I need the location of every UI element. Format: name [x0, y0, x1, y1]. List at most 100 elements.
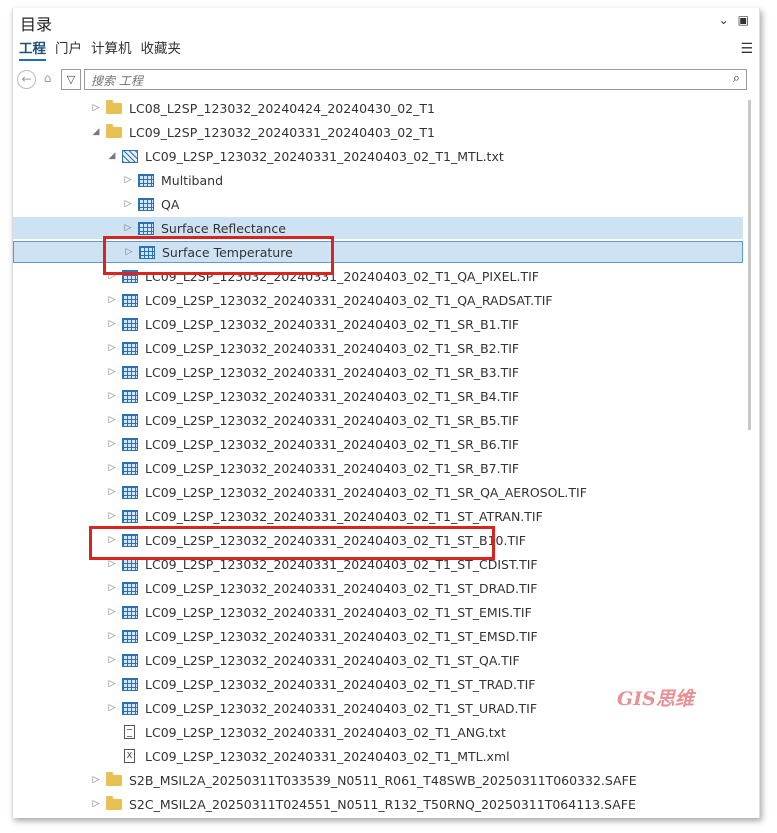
- xml-file-icon: X: [124, 749, 135, 763]
- tree-item[interactable]: ▷ S2B_MSIL2A_20250311T033539_N0511_R061_T…: [13, 769, 759, 791]
- expand-arrow-icon[interactable]: ▷: [105, 583, 119, 593]
- expand-arrow-icon[interactable]: ▷: [105, 487, 119, 497]
- tree-item-label: LC09_L2SP_123032_20240331_20240403_02_T1…: [145, 700, 538, 716]
- tree-item[interactable]: ▷ LC09_L2SP_123032_20240331_20240403_02_T…: [13, 337, 759, 359]
- raster-icon: [122, 413, 138, 427]
- expand-arrow-icon[interactable]: ▷: [105, 391, 119, 401]
- expand-arrow-icon[interactable]: ▷: [105, 679, 119, 689]
- tree-item[interactable]: ▷ LC08_L2SP_123032_20240424_20240430_02_T…: [13, 97, 759, 119]
- tree-item[interactable]: LC09_L2SP_123032_20240331_20240403_02_T1…: [13, 721, 759, 743]
- search-icon[interactable]: ⌕: [733, 71, 740, 86]
- expand-arrow-icon[interactable]: ▷: [105, 703, 119, 713]
- tree-item-label: LC09_L2SP_123032_20240331_20240403_02_T1…: [145, 388, 520, 404]
- expand-arrow-icon[interactable]: ▷: [105, 367, 119, 377]
- watermark: GIS思维: [617, 688, 694, 710]
- tree-item[interactable]: ▷ LC09_L2SP_123032_20240331_20240403_02_T…: [13, 457, 759, 479]
- tree-item[interactable]: ▷ LC09_L2SP_123032_20240331_20240403_02_T…: [13, 625, 759, 647]
- tab-computer[interactable]: 计算机: [91, 37, 132, 61]
- expand-arrow-icon[interactable]: ▷: [105, 511, 119, 521]
- raster-icon: [122, 581, 138, 595]
- expand-arrow-icon[interactable]: ▷: [105, 295, 119, 305]
- raster-icon: [122, 509, 138, 523]
- raster-icon: [122, 677, 138, 691]
- collapse-arrow-icon[interactable]: ◢: [105, 151, 119, 161]
- home-icon[interactable]: ⌂: [39, 70, 56, 87]
- search-row: ← ⌂ ▽ ⌕: [13, 68, 759, 90]
- raster-icon: [122, 389, 138, 403]
- title-controls: ⌄ ▣: [719, 13, 749, 27]
- tree-item[interactable]: ▷ LC09_L2SP_123032_20240331_20240403_02_T…: [13, 433, 759, 455]
- expand-arrow-icon[interactable]: ▷: [105, 415, 119, 425]
- expand-arrow-icon[interactable]: ▷: [105, 631, 119, 641]
- tree-item[interactable]: ▷ LC09_L2SP_123032_20240331_20240403_02_T…: [13, 313, 759, 335]
- tree-item[interactable]: ▷ LC09_L2SP_123032_20240331_20240403_02_T…: [13, 385, 759, 407]
- expand-arrow-icon[interactable]: ▷: [105, 607, 119, 617]
- raster-icon: [122, 437, 138, 451]
- pane-title: 目录: [20, 15, 53, 34]
- tree-item-label: LC09_L2SP_123032_20240331_20240403_02_T1…: [145, 364, 520, 380]
- raster-icon: [138, 221, 154, 235]
- expand-arrow-icon[interactable]: ▷: [121, 175, 135, 185]
- raster-icon: [122, 653, 138, 667]
- chevron-down-icon[interactable]: ⌄: [719, 13, 729, 27]
- tree-item[interactable]: ◢ LC09_L2SP_123032_20240331_20240403_02_T…: [13, 145, 759, 167]
- tree-item-label: S2B_MSIL2A_20250311T033539_N0511_R061_T4…: [129, 772, 637, 788]
- tree-item-label: LC08_L2SP_123032_20240424_20240430_02_T1: [129, 100, 435, 116]
- tree-item-label: LC09_L2SP_123032_20240331_20240403_02_T1…: [145, 748, 510, 764]
- tree-item[interactable]: X LC09_L2SP_123032_20240331_20240403_02_T…: [13, 745, 759, 767]
- pane-title-bar: 目录 ⌄ ▣: [13, 8, 759, 36]
- maximize-icon[interactable]: ▣: [738, 13, 749, 27]
- tab-portal[interactable]: 门户: [55, 37, 82, 61]
- tree-item-label: LC09_L2SP_123032_20240331_20240403_02_T1…: [145, 316, 520, 332]
- tree-item[interactable]: ▷ LC09_L2SP_123032_20240331_20240403_02_T…: [13, 481, 759, 503]
- search-input[interactable]: [85, 72, 717, 90]
- tree-item-label: LC09_L2SP_123032_20240331_20240403_02_T1…: [145, 676, 536, 692]
- expand-arrow-icon[interactable]: ▷: [89, 799, 103, 809]
- hamburger-menu-icon[interactable]: ☰: [740, 41, 753, 57]
- catalog-tabs: 工程 门户 计算机 收藏夹: [19, 37, 181, 61]
- tree-item-label: LC09_L2SP_123032_20240331_20240403_02_T1…: [145, 628, 538, 644]
- tree-item-label: LC09_L2SP_123032_20240331_20240403_02_T1…: [145, 340, 520, 356]
- tree-item[interactable]: ▷ LC09_L2SP_123032_20240331_20240403_02_T…: [13, 361, 759, 383]
- tab-project[interactable]: 工程: [19, 37, 46, 61]
- tree-item-label: LC09_L2SP_123032_20240331_20240403_02_T1…: [145, 148, 504, 164]
- expand-arrow-icon[interactable]: ▷: [121, 199, 135, 209]
- back-arrow-icon[interactable]: ←: [17, 70, 36, 89]
- folder-icon: [106, 123, 122, 138]
- tree-item[interactable]: ▷ Multiband: [13, 169, 759, 191]
- tree-item[interactable]: ▷ LC09_L2SP_123032_20240331_20240403_02_T…: [13, 601, 759, 623]
- expand-arrow-icon[interactable]: ▷: [121, 223, 135, 233]
- expand-arrow-icon[interactable]: ▷: [89, 775, 103, 785]
- expand-arrow-icon[interactable]: ▷: [105, 559, 119, 569]
- expand-arrow-icon[interactable]: ▷: [105, 343, 119, 353]
- folder-icon: [106, 795, 122, 810]
- annotation-box-surface-temperature: [103, 236, 334, 275]
- collapse-arrow-icon[interactable]: ◢: [89, 127, 103, 137]
- expand-arrow-icon[interactable]: ▷: [105, 319, 119, 329]
- expand-arrow-icon[interactable]: ▷: [89, 103, 103, 113]
- tree-item[interactable]: ▷ LC09_L2SP_123032_20240331_20240403_02_T…: [13, 649, 759, 671]
- tab-favorites[interactable]: 收藏夹: [141, 37, 182, 61]
- tree-item[interactable]: ▷ LC09_L2SP_123032_20240331_20240403_02_T…: [13, 409, 759, 431]
- tree-item[interactable]: ▷ QA: [13, 193, 759, 215]
- tree-item-label: LC09_L2SP_123032_20240331_20240403_02_T1…: [145, 292, 553, 308]
- tree-item-label: S2C_MSIL2A_20250311T024551_N0511_R132_T5…: [129, 796, 636, 812]
- tree-item[interactable]: ▷ LC09_L2SP_123032_20240331_20240403_02_T…: [13, 577, 759, 599]
- folder-icon: [106, 771, 122, 786]
- tree-item[interactable]: ▷ LC09_L2SP_123032_20240331_20240403_02_T…: [13, 289, 759, 311]
- raster-icon: [122, 317, 138, 331]
- tree-item[interactable]: ▷ LC09_L2SP_123032_20240331_20240403_02_T…: [13, 505, 759, 527]
- expand-arrow-icon[interactable]: ▷: [105, 463, 119, 473]
- text-file-icon: [124, 725, 135, 739]
- filter-icon[interactable]: ▽: [61, 69, 81, 90]
- expand-arrow-icon[interactable]: ▷: [105, 655, 119, 665]
- tree-item-label: LC09_L2SP_123032_20240331_20240403_02_T1…: [145, 508, 543, 524]
- tree-item[interactable]: ◢ LC09_L2SP_123032_20240331_20240403_02_T…: [13, 121, 759, 143]
- raster-icon: [122, 485, 138, 499]
- tree-item-label: LC09_L2SP_123032_20240331_20240403_02_T1…: [145, 724, 506, 740]
- tree-item-label: LC09_L2SP_123032_20240331_20240403_02_T1…: [145, 460, 520, 476]
- expand-arrow-icon[interactable]: ▷: [105, 439, 119, 449]
- tree-item-label: LC09_L2SP_123032_20240331_20240403_02_T1…: [145, 604, 532, 620]
- tree-item[interactable]: ▷ S2C_MSIL2A_20250311T024551_N0511_R132_T…: [13, 793, 759, 815]
- tree-item-label: LC09_L2SP_123032_20240331_20240403_02_T1…: [145, 412, 520, 428]
